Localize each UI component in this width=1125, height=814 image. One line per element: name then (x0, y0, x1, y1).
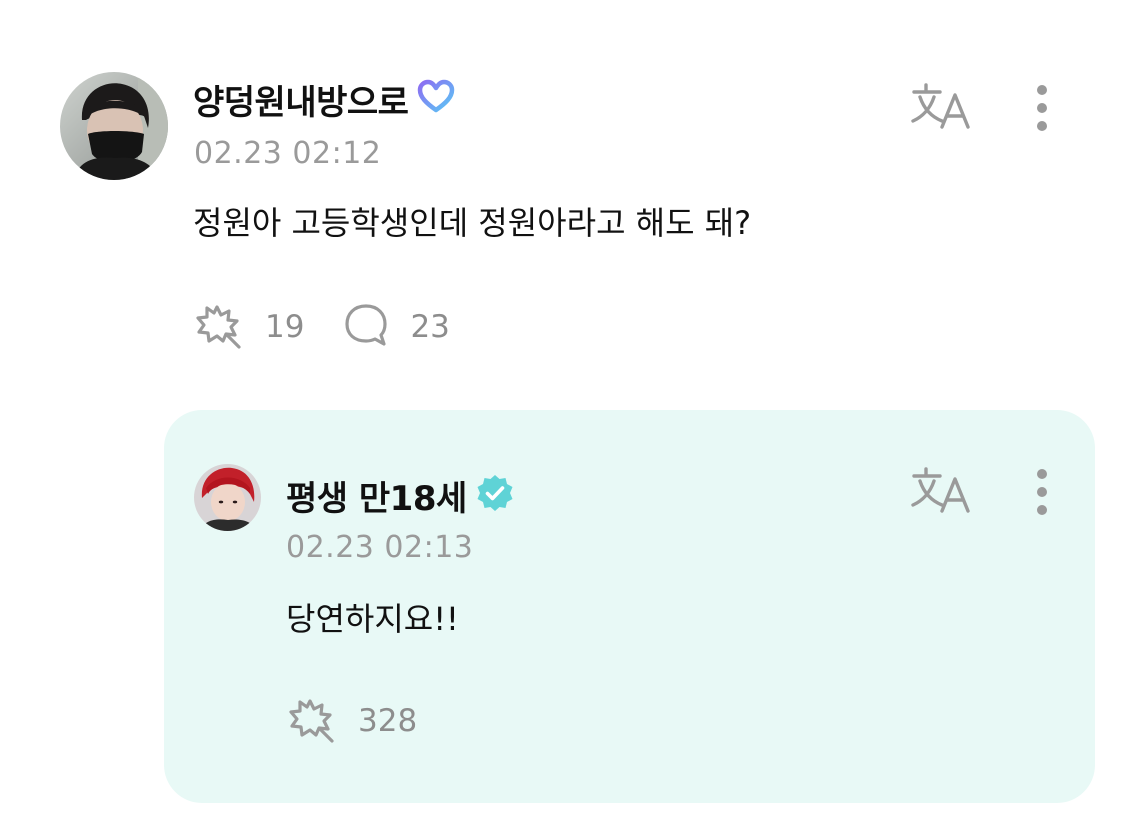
comment-icon (342, 301, 390, 353)
post-like-count: 19 (265, 309, 305, 345)
reply-translate-button[interactable] (910, 464, 974, 520)
post-translate-button[interactable] (910, 80, 974, 136)
post: 양덩원내방으로 02.23 02:12 정원아 고등학생인데 정원아라고 해도 … (0, 0, 1125, 400)
reply-card: 평생 만18세 02.23 02:13 당연하지요!! 328 (164, 410, 1095, 803)
post-body-text: 정원아 고등학생인데 정원아라고 해도 돼? (193, 204, 752, 242)
translate-icon (910, 465, 974, 519)
post-comment-count: 23 (410, 309, 450, 345)
reply-author-avatar[interactable] (194, 464, 261, 531)
reply-more-button[interactable] (1022, 466, 1062, 522)
reply-like-button[interactable]: 328 (286, 695, 417, 747)
like-icon (286, 695, 338, 747)
reply-author-row: 평생 만18세 (286, 470, 515, 520)
reply-like-count: 328 (358, 703, 418, 739)
post-timestamp: 02.23 02:12 (194, 136, 382, 171)
like-icon (193, 301, 245, 353)
post-like-button[interactable]: 19 (193, 301, 304, 353)
post-author-avatar[interactable] (60, 72, 168, 180)
post-actions: 19 23 (193, 302, 488, 352)
post-more-button[interactable] (1022, 82, 1062, 138)
reply-body-text: 당연하지요!! (286, 600, 459, 638)
post-author-name[interactable]: 양덩원내방으로 (193, 75, 409, 124)
post-author-row: 양덩원내방으로 (193, 74, 456, 124)
reply-timestamp: 02.23 02:13 (286, 530, 474, 565)
post-comment-button[interactable]: 23 (342, 301, 450, 353)
reply-author-name[interactable]: 평생 만18세 (286, 471, 467, 520)
translate-icon (910, 81, 974, 135)
more-vertical-icon (1034, 82, 1050, 138)
reply-actions: 328 (286, 696, 455, 746)
heart-membership-icon (416, 79, 456, 119)
more-vertical-icon (1034, 466, 1050, 522)
verified-icon (475, 473, 515, 517)
